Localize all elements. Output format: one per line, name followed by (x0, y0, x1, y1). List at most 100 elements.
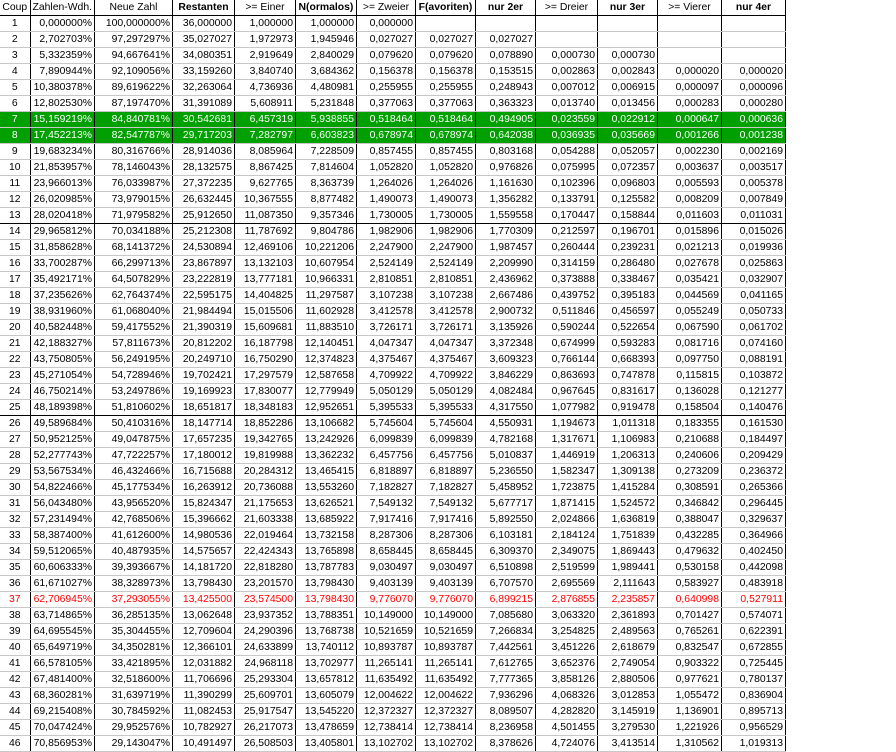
table-cell[interactable]: 71,979582% (94, 207, 173, 224)
table-cell[interactable]: 89,619622% (94, 79, 173, 96)
table-cell[interactable]: 0,054288 (535, 143, 598, 160)
column-header[interactable]: Restanten (172, 0, 235, 16)
table-cell[interactable]: 5,745604 (356, 415, 416, 432)
table-cell[interactable]: 13,465415 (295, 463, 357, 480)
table-cell[interactable]: 1,582347 (535, 463, 598, 480)
table-cell[interactable]: 10,966331 (295, 271, 357, 288)
table-cell[interactable]: 48,189398% (30, 399, 95, 416)
table-cell[interactable]: 5,745604 (415, 415, 476, 432)
table-cell[interactable]: 0,161530 (721, 415, 786, 432)
table-cell[interactable]: 0,002230 (657, 143, 722, 160)
table-cell[interactable]: 4,317550 (475, 399, 536, 416)
table-cell[interactable]: 32,263064 (172, 79, 235, 96)
table-cell[interactable]: 0,015896 (657, 223, 722, 240)
table-cell[interactable]: 1,136901 (657, 703, 722, 720)
table-cell[interactable]: 53,249786% (94, 383, 173, 400)
table-cell[interactable]: 14,404825 (234, 287, 296, 304)
table-cell[interactable]: 11,706696 (172, 671, 235, 688)
table-cell[interactable]: 11,265141 (356, 655, 416, 672)
row-number-cell[interactable]: 18 (0, 287, 31, 304)
table-cell[interactable]: 36,000000 (172, 15, 235, 32)
table-cell[interactable]: 0,346842 (657, 495, 722, 512)
table-cell[interactable]: 45,177534% (94, 479, 173, 496)
table-cell[interactable]: 1,982906 (415, 223, 476, 240)
table-cell[interactable] (535, 31, 598, 48)
table-cell[interactable]: 0,067590 (657, 319, 722, 336)
table-cell[interactable]: 0,013456 (597, 95, 658, 112)
row-number-cell[interactable]: 32 (0, 511, 31, 528)
table-cell[interactable]: 46,432466% (94, 463, 173, 480)
table-cell[interactable]: 67,481400% (30, 671, 95, 688)
table-cell[interactable]: 0,255955 (415, 79, 476, 96)
table-cell[interactable]: 0,388047 (657, 511, 722, 528)
table-cell[interactable]: 4,047347 (415, 335, 476, 352)
table-cell[interactable]: 59,512065% (30, 543, 95, 560)
table-cell[interactable]: 11,883510 (295, 319, 357, 336)
table-cell[interactable] (597, 15, 658, 32)
table-cell[interactable]: 0,023559 (535, 111, 598, 128)
table-cell[interactable]: 0,036935 (535, 127, 598, 144)
table-cell[interactable]: 8,089507 (475, 703, 536, 720)
table-cell[interactable]: 43,956520% (94, 495, 173, 512)
table-cell[interactable]: 0,000096 (721, 79, 786, 96)
table-cell[interactable]: 0,000730 (535, 47, 598, 64)
table-cell[interactable]: 18,651817 (172, 399, 235, 416)
table-cell[interactable]: 1,106983 (597, 431, 658, 448)
table-cell[interactable]: 0,000020 (657, 63, 722, 80)
table-cell[interactable]: 0,013740 (535, 95, 598, 112)
table-cell[interactable]: 13,478659 (295, 719, 357, 736)
column-header[interactable]: nur 4er (721, 0, 786, 16)
table-cell[interactable]: 0,836904 (721, 687, 786, 704)
table-cell[interactable]: 3,012853 (597, 687, 658, 704)
table-cell[interactable]: 0,494905 (475, 111, 536, 128)
table-cell[interactable]: 18,147714 (172, 415, 235, 432)
table-cell[interactable]: 50,952125% (30, 431, 95, 448)
table-cell[interactable]: 0,000283 (657, 95, 722, 112)
table-cell[interactable]: 34,080351 (172, 47, 235, 64)
table-cell[interactable]: 1,310562 (657, 735, 722, 752)
table-cell[interactable]: 9,776070 (356, 591, 416, 608)
table-cell[interactable]: 66,578105% (30, 655, 95, 672)
row-number-cell[interactable]: 21 (0, 335, 31, 352)
table-cell[interactable]: 11,635492 (356, 671, 416, 688)
table-cell[interactable]: 6,510898 (475, 559, 536, 576)
table-cell[interactable]: 12,140451 (295, 335, 357, 352)
table-cell[interactable]: 23,574500 (234, 591, 296, 608)
table-cell[interactable]: 21,603338 (234, 511, 296, 528)
table-cell[interactable]: 0,001238 (721, 127, 786, 144)
table-cell[interactable]: 7,917416 (356, 511, 416, 528)
table-cell[interactable]: 7,182827 (415, 479, 476, 496)
table-cell[interactable]: 0,395183 (597, 287, 658, 304)
table-cell[interactable]: 0,183355 (657, 415, 722, 432)
row-number-cell[interactable]: 46 (0, 735, 31, 752)
table-cell[interactable]: 0,363323 (475, 95, 536, 112)
table-cell[interactable]: 10,367555 (234, 191, 296, 208)
table-cell[interactable]: 23,222819 (172, 271, 235, 288)
table-cell[interactable]: 13,732158 (295, 527, 357, 544)
table-cell[interactable]: 0,035669 (597, 127, 658, 144)
table-cell[interactable]: 10,149000 (415, 607, 476, 624)
row-number-cell[interactable]: 14 (0, 223, 31, 240)
table-cell[interactable]: 38,328973% (94, 575, 173, 592)
column-header[interactable]: Zahlen-Wdh. (30, 0, 95, 16)
table-cell[interactable]: 16,263912 (172, 479, 235, 496)
table-cell[interactable]: 7,777365 (475, 671, 536, 688)
table-cell[interactable]: 82,547787% (94, 127, 173, 144)
table-cell[interactable]: 23,867897 (172, 255, 235, 272)
table-cell[interactable]: 68,360281% (30, 687, 95, 704)
table-cell[interactable]: 0,977621 (657, 671, 722, 688)
table-cell[interactable]: 0,088191 (721, 351, 786, 368)
table-cell[interactable]: 63,714865% (30, 607, 95, 624)
table-cell[interactable]: 6,309370 (475, 543, 536, 560)
table-cell[interactable]: 49,589684% (30, 415, 95, 432)
table-cell[interactable]: 66,299713% (94, 255, 173, 272)
column-header[interactable]: N(ormalos) (295, 0, 357, 16)
table-cell[interactable]: 0,780137 (721, 671, 786, 688)
table-cell[interactable]: 13,702977 (295, 655, 357, 672)
table-cell[interactable]: 10,149000 (356, 607, 416, 624)
table-cell[interactable]: 18,348183 (234, 399, 296, 416)
table-cell[interactable]: 61,068040% (94, 303, 173, 320)
table-cell[interactable]: 19,342765 (234, 431, 296, 448)
table-cell[interactable]: 0,027678 (657, 255, 722, 272)
table-cell[interactable]: 0,518464 (415, 111, 476, 128)
